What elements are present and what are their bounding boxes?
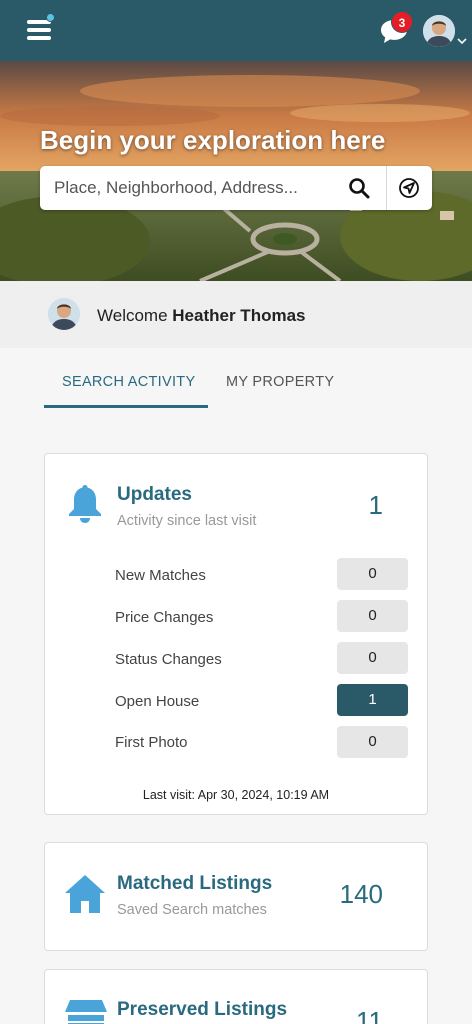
bell-icon <box>69 485 101 523</box>
update-label-new-matches: New Matches <box>115 567 206 584</box>
search-box <box>40 166 432 210</box>
updates-subtitle: Activity since last visit <box>117 513 257 529</box>
tab-my-property[interactable]: MY PROPERTY <box>226 374 334 390</box>
matched-listings-card[interactable]: Matched Listings Saved Search matches 14… <box>44 842 428 951</box>
search-divider <box>386 166 387 210</box>
storefront-icon <box>65 1000 107 1024</box>
update-value-price-changes[interactable]: 0 <box>337 600 408 632</box>
update-value-first-photo[interactable]: 0 <box>337 726 408 758</box>
update-label-open-house: Open House <box>115 693 200 710</box>
house-icon <box>65 875 105 913</box>
updates-count: 1 <box>368 490 383 520</box>
welcome-text: Welcome Heather Thomas <box>97 306 305 326</box>
update-value-open-house[interactable]: 1 <box>337 684 408 716</box>
hero-banner: Begin your exploration here <box>0 61 472 281</box>
matched-listings-count: 140 <box>339 879 383 909</box>
updates-title: Updates <box>117 484 192 505</box>
welcome-user-name: Heather Thomas <box>172 306 306 325</box>
updates-card[interactable]: Updates Activity since last visit 1 New … <box>44 453 428 815</box>
update-label-status-changes: Status Changes <box>115 651 222 668</box>
hero-title: Begin your exploration here <box>40 125 386 155</box>
notification-count-badge: 3 <box>391 11 413 33</box>
search-icon[interactable] <box>347 176 371 200</box>
welcome-avatar <box>48 298 80 330</box>
matched-listings-subtitle: Saved Search matches <box>117 902 267 918</box>
welcome-greeting: Welcome <box>97 306 168 325</box>
preserved-listings-count: 11 <box>356 1006 383 1024</box>
preserved-listings-card[interactable]: Preserved Listings 11 <box>44 969 428 1024</box>
last-visit-text: Last visit: Apr 30, 2024, 10:19 AM <box>142 788 330 802</box>
preserved-listings-title: Preserved Listings <box>117 999 288 1020</box>
chevron-down-icon[interactable] <box>457 37 467 45</box>
active-tab-indicator <box>44 405 208 408</box>
tab-search-activity[interactable]: SEARCH ACTIVITY <box>62 374 195 390</box>
location-arrow-icon[interactable] <box>397 176 421 200</box>
update-value-new-matches[interactable]: 0 <box>337 558 408 590</box>
update-value-status-changes[interactable]: 0 <box>337 642 408 674</box>
menu-notification-dot <box>46 13 55 22</box>
update-label-first-photo: First Photo <box>115 734 188 751</box>
search-input[interactable] <box>54 166 339 210</box>
update-label-price-changes: Price Changes <box>115 609 214 626</box>
matched-listings-title: Matched Listings <box>117 873 273 894</box>
user-avatar[interactable] <box>423 15 455 47</box>
